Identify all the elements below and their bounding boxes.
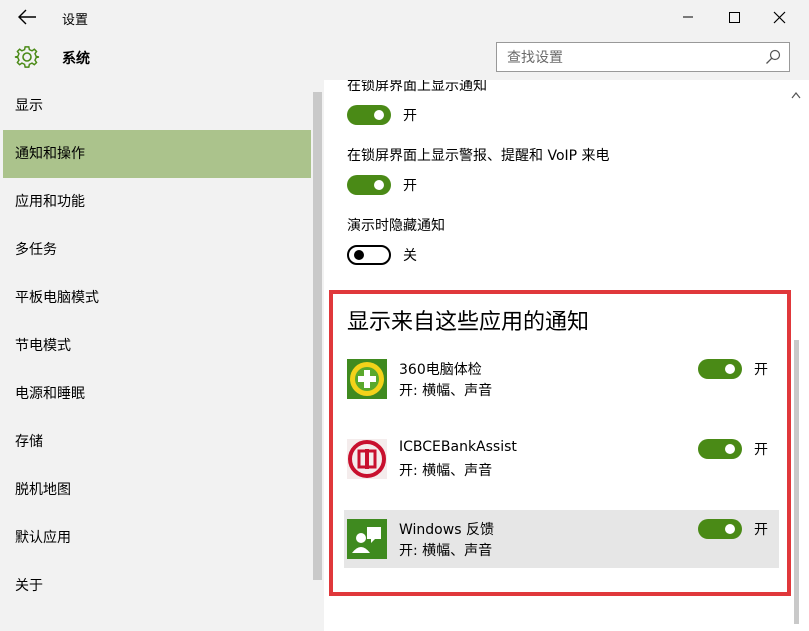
app-name: ICBCEBankAssist <box>399 439 517 455</box>
sidebar-item-about[interactable]: 关于 <box>3 562 311 610</box>
toggle-hide-when-presenting[interactable] <box>347 245 391 265</box>
toggle-state-label: 关 <box>403 248 417 264</box>
sidebar-item-display[interactable]: 显示 <box>3 82 311 130</box>
maximize-button[interactable] <box>711 0 757 34</box>
maximize-icon <box>729 12 740 23</box>
content-pane: 在锁屏界面上显示通知 开 在锁屏界面上显示警报、提醒和 VoIP 来电 开 演示… <box>324 80 809 631</box>
sidebar-scrollbar[interactable] <box>313 92 322 580</box>
app-row-icbc[interactable]: ICBCEBankAssist 开: 横幅、声音 开 <box>344 430 779 488</box>
setting-label-hide-when-presenting: 演示时隐藏通知 <box>347 218 445 234</box>
toggle-knob <box>354 250 364 260</box>
windows-feedback-icon <box>347 519 387 559</box>
app-row-windows-feedback[interactable]: Windows 反馈 开: 横幅、声音 开 <box>344 510 779 568</box>
sidebar-item-storage[interactable]: 存储 <box>3 418 311 466</box>
app-detail: 开: 横幅、声音 <box>399 543 493 559</box>
minimize-icon <box>683 16 693 18</box>
toggle-state-label: 开 <box>754 362 768 378</box>
toggle-app-360[interactable] <box>698 359 742 379</box>
sidebar-item-multitasking[interactable]: 多任务 <box>3 226 311 274</box>
sidebar-item-battery-saver[interactable]: 节电模式 <box>3 322 311 370</box>
setting-label-lockscreen-alarms: 在锁屏界面上显示警报、提醒和 VoIP 来电 <box>347 148 610 164</box>
app-name: 360电脑体检 <box>399 362 482 378</box>
toggle-knob <box>725 364 735 374</box>
title-bar: 设置 <box>0 0 809 34</box>
toggle-knob <box>374 110 384 120</box>
toggle-state-label: 开 <box>754 442 768 458</box>
toggle-app-icbc[interactable] <box>698 439 742 459</box>
sidebar: 显示 通知和操作 应用和功能 多任务 平板电脑模式 节电模式 电源和睡眠 存储 … <box>0 80 324 631</box>
toggle-app-windows-feedback[interactable] <box>698 519 742 539</box>
toggle-state-label: 开 <box>403 108 417 124</box>
toggle-state-label: 开 <box>403 178 417 194</box>
toggle-lockscreen-alarms[interactable] <box>347 175 391 195</box>
toggle-knob <box>374 180 384 190</box>
page-header: 系统 <box>0 34 809 80</box>
back-arrow-icon[interactable] <box>16 7 38 27</box>
window-title: 设置 <box>62 13 89 28</box>
search-input[interactable] <box>505 47 759 69</box>
search-box[interactable] <box>496 42 790 72</box>
app-name: Windows 反馈 <box>399 522 494 538</box>
gear-icon <box>14 46 40 68</box>
toggle-knob <box>725 524 735 534</box>
sidebar-item-apps-features[interactable]: 应用和功能 <box>3 178 311 226</box>
search-icon[interactable] <box>765 49 781 65</box>
toggle-lockscreen-notifications[interactable] <box>347 105 391 125</box>
sidebar-item-offline-maps[interactable]: 脱机地图 <box>3 466 311 514</box>
sidebar-item-tablet-mode[interactable]: 平板电脑模式 <box>3 274 311 322</box>
app-row-360[interactable]: 360电脑体检 开: 横幅、声音 开 <box>344 350 779 408</box>
setting-label-lockscreen-notifications: 在锁屏界面上显示通知 <box>347 80 487 94</box>
icbc-icon <box>347 439 387 479</box>
app-detail: 开: 横幅、声音 <box>399 383 493 399</box>
sidebar-item-default-apps[interactable]: 默认应用 <box>3 514 311 562</box>
apps-section-heading: 显示来自这些应用的通知 <box>347 310 590 335</box>
app-detail: 开: 横幅、声音 <box>399 463 493 479</box>
toggle-knob <box>725 444 735 454</box>
toggle-state-label: 开 <box>754 522 768 538</box>
section-title: 系统 <box>62 51 90 67</box>
close-icon <box>773 11 786 24</box>
minimize-button[interactable] <box>665 0 711 34</box>
sidebar-item-power-sleep[interactable]: 电源和睡眠 <box>3 370 311 418</box>
close-button[interactable] <box>757 0 803 34</box>
content-scrollbar[interactable] <box>789 90 803 631</box>
sidebar-item-notifications[interactable]: 通知和操作 <box>3 130 311 178</box>
360-check-icon <box>347 359 387 399</box>
